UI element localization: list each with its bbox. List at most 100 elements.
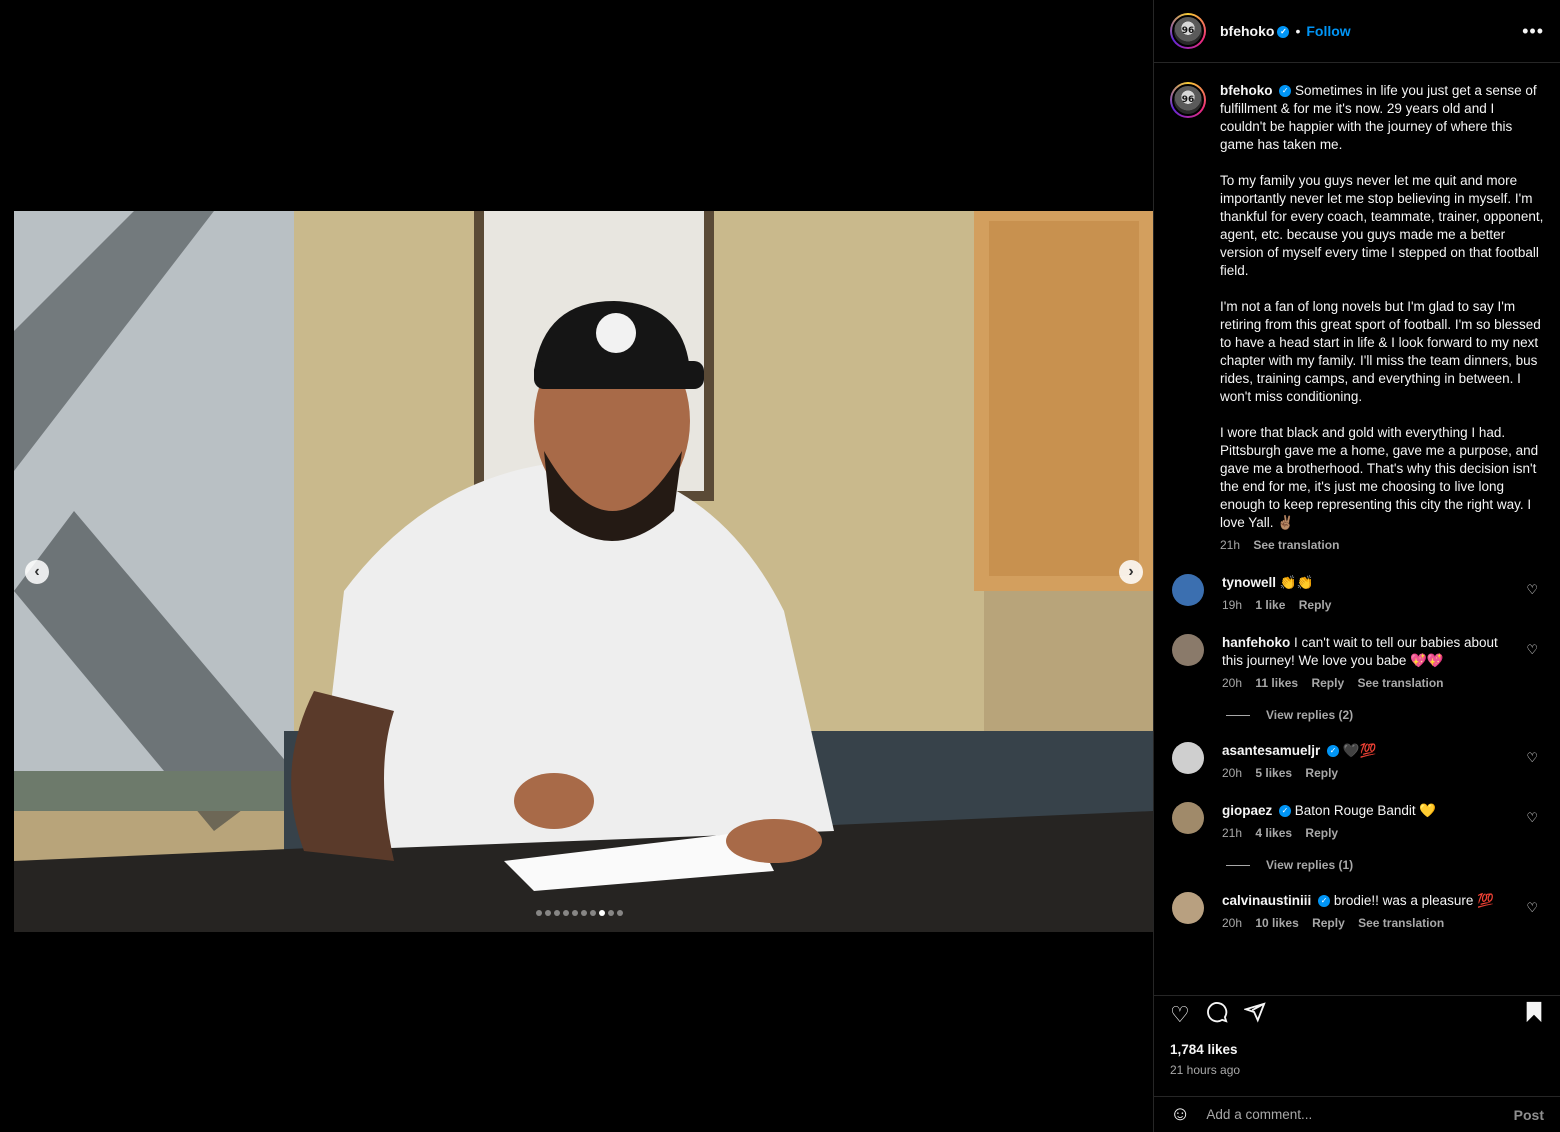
comment-items: tynowell 👏👏 19h 1 like Reply ♡ hanfehoko… xyxy=(1170,574,1544,932)
commenter-avatar[interactable] xyxy=(1172,574,1204,606)
comment-item: giopaez ✓ Baton Rouge Bandit 💛 21h 4 lik… xyxy=(1170,802,1544,842)
post-header: 96 bfehoko ✓ • Follow ••• xyxy=(1154,0,1560,63)
photo-illustration xyxy=(14,211,1153,932)
commenter-username[interactable]: giopaez xyxy=(1222,803,1272,818)
comment-likes[interactable]: 11 likes xyxy=(1255,676,1298,690)
like-heart-icon[interactable]: ♡ xyxy=(1170,1002,1190,1028)
author-username[interactable]: bfehoko ✓ xyxy=(1220,23,1290,39)
comment-time: 21h xyxy=(1222,826,1243,840)
comment-body: asantesamueljr ✓ 🖤💯 20h 5 likes Reply xyxy=(1222,742,1522,782)
comment-likes[interactable]: 4 likes xyxy=(1255,826,1292,840)
caption-paragraph: bfehoko ✓ Sometimes in life you just get… xyxy=(1220,82,1544,154)
commenter-username[interactable]: tynowell xyxy=(1222,575,1276,590)
commenter-avatar[interactable] xyxy=(1172,892,1204,924)
slide-dot xyxy=(590,910,596,916)
follow-button[interactable]: Follow xyxy=(1306,23,1350,39)
author-avatar[interactable]: 96 xyxy=(1170,13,1206,49)
share-paper-plane-icon[interactable] xyxy=(1242,1001,1266,1029)
like-comment-heart-icon[interactable]: ♡ xyxy=(1526,900,1538,916)
view-replies-line xyxy=(1226,714,1250,716)
comment-meta: 20h 11 likes Reply See translation xyxy=(1222,674,1522,692)
caption-meta: 21h See translation xyxy=(1220,536,1544,554)
post-photo xyxy=(14,211,1153,932)
reply-button[interactable]: Reply xyxy=(1311,676,1344,690)
view-replies-line xyxy=(1226,864,1250,866)
verified-badge-icon: ✓ xyxy=(1279,805,1292,818)
comment-input[interactable] xyxy=(1206,1107,1514,1122)
comment-meta: 20h 10 likes Reply See translation xyxy=(1222,914,1522,932)
caption-username[interactable]: bfehoko xyxy=(1220,83,1273,98)
caption-avatar[interactable]: 96 xyxy=(1170,82,1206,118)
slide-dot xyxy=(563,910,569,916)
emoji-icon[interactable]: ☺ xyxy=(1170,1103,1190,1126)
slide-dot xyxy=(608,910,614,916)
comment-likes[interactable]: 10 likes xyxy=(1255,916,1298,930)
comment-text: 👏👏 xyxy=(1279,575,1314,590)
commenter-username[interactable]: asantesamueljr xyxy=(1222,743,1320,758)
comment-item: asantesamueljr ✓ 🖤💯 20h 5 likes Reply ♡ xyxy=(1170,742,1544,782)
view-replies-label[interactable]: View replies (2) xyxy=(1266,708,1353,722)
caption-avatar-image: 96 xyxy=(1172,84,1204,116)
author-username-text[interactable]: bfehoko xyxy=(1220,23,1274,39)
slide-dot xyxy=(581,910,587,916)
reply-button[interactable]: Reply xyxy=(1305,766,1338,780)
post-sidebar: 96 bfehoko ✓ • Follow ••• 96 bfehoko ✓ So… xyxy=(1153,0,1560,1132)
comment-item: hanfehoko I can't wait to tell our babie… xyxy=(1170,634,1544,692)
comment-time: 19h xyxy=(1222,598,1243,612)
slide-dot xyxy=(572,910,578,916)
commenter-username[interactable]: calvinaustiniii xyxy=(1222,893,1311,908)
comment-body: calvinaustiniii ✓ brodie!! was a pleasur… xyxy=(1222,892,1522,932)
comments-list[interactable]: 96 bfehoko ✓ Sometimes in life you just … xyxy=(1154,64,1560,994)
commenter-avatar[interactable] xyxy=(1172,802,1204,834)
see-translation-link[interactable]: See translation xyxy=(1358,916,1444,930)
post-actions: ♡ 1,784 likes 21 hours ago xyxy=(1154,995,1560,1091)
comment-meta: 19h 1 like Reply xyxy=(1222,596,1522,614)
comment-body: giopaez ✓ Baton Rouge Bandit 💛 21h 4 lik… xyxy=(1222,802,1522,842)
action-icons: ♡ xyxy=(1170,998,1544,1032)
see-translation-link[interactable]: See translation xyxy=(1253,538,1339,552)
slide-indicator xyxy=(536,910,623,916)
post-button[interactable]: Post xyxy=(1514,1107,1544,1123)
comment-likes[interactable]: 1 like xyxy=(1255,598,1285,612)
comment-text: Baton Rouge Bandit 💛 xyxy=(1294,803,1437,818)
author-avatar-image: 96 xyxy=(1172,15,1204,47)
like-comment-heart-icon[interactable]: ♡ xyxy=(1526,810,1538,826)
likes-count[interactable]: 1,784 likes xyxy=(1170,1042,1544,1057)
verified-badge-icon: ✓ xyxy=(1279,85,1292,98)
commenter-avatar[interactable] xyxy=(1172,742,1204,774)
like-comment-heart-icon[interactable]: ♡ xyxy=(1526,642,1538,658)
see-translation-link[interactable]: See translation xyxy=(1357,676,1443,690)
view-replies-label[interactable]: View replies (1) xyxy=(1266,858,1353,872)
commenter-username[interactable]: hanfehoko xyxy=(1222,635,1290,650)
view-replies-button[interactable]: View replies (2) xyxy=(1226,708,1544,722)
bookmark-icon[interactable] xyxy=(1524,1001,1544,1029)
reply-button[interactable]: Reply xyxy=(1305,826,1338,840)
comment-item: calvinaustiniii ✓ brodie!! was a pleasur… xyxy=(1170,892,1544,932)
reply-button[interactable]: Reply xyxy=(1299,598,1332,612)
slide-dot xyxy=(599,910,605,916)
caption-time: 21h xyxy=(1220,538,1241,552)
slide-dot xyxy=(536,910,542,916)
next-slide-button[interactable]: › xyxy=(1119,560,1143,584)
verified-badge-icon: ✓ xyxy=(1327,745,1340,758)
slide-dot xyxy=(617,910,623,916)
like-comment-heart-icon[interactable]: ♡ xyxy=(1526,750,1538,766)
slide-dot xyxy=(554,910,560,916)
view-replies-button[interactable]: View replies (1) xyxy=(1226,858,1544,872)
previous-slide-button[interactable]: ‹ xyxy=(25,560,49,584)
media-viewer: ‹ › xyxy=(0,0,1153,1132)
reply-button[interactable]: Reply xyxy=(1312,916,1345,930)
comment-text: brodie!! was a pleasure 💯 xyxy=(1333,893,1494,908)
like-comment-heart-icon[interactable]: ♡ xyxy=(1526,582,1538,598)
comment-meta: 20h 5 likes Reply xyxy=(1222,764,1522,782)
comment-body: tynowell 👏👏 19h 1 like Reply xyxy=(1222,574,1522,614)
comment-bubble-icon[interactable] xyxy=(1206,1001,1228,1029)
caption-paragraph: I'm not a fan of long novels but I'm gla… xyxy=(1220,299,1545,404)
verified-badge-icon: ✓ xyxy=(1277,26,1290,39)
more-options-icon[interactable]: ••• xyxy=(1522,21,1544,42)
caption-paragraph: I wore that black and gold with everythi… xyxy=(1220,425,1542,530)
comment-body: hanfehoko I can't wait to tell our babie… xyxy=(1222,634,1522,692)
comment-likes[interactable]: 5 likes xyxy=(1255,766,1292,780)
commenter-avatar[interactable] xyxy=(1172,634,1204,666)
post-time: 21 hours ago xyxy=(1170,1063,1241,1077)
